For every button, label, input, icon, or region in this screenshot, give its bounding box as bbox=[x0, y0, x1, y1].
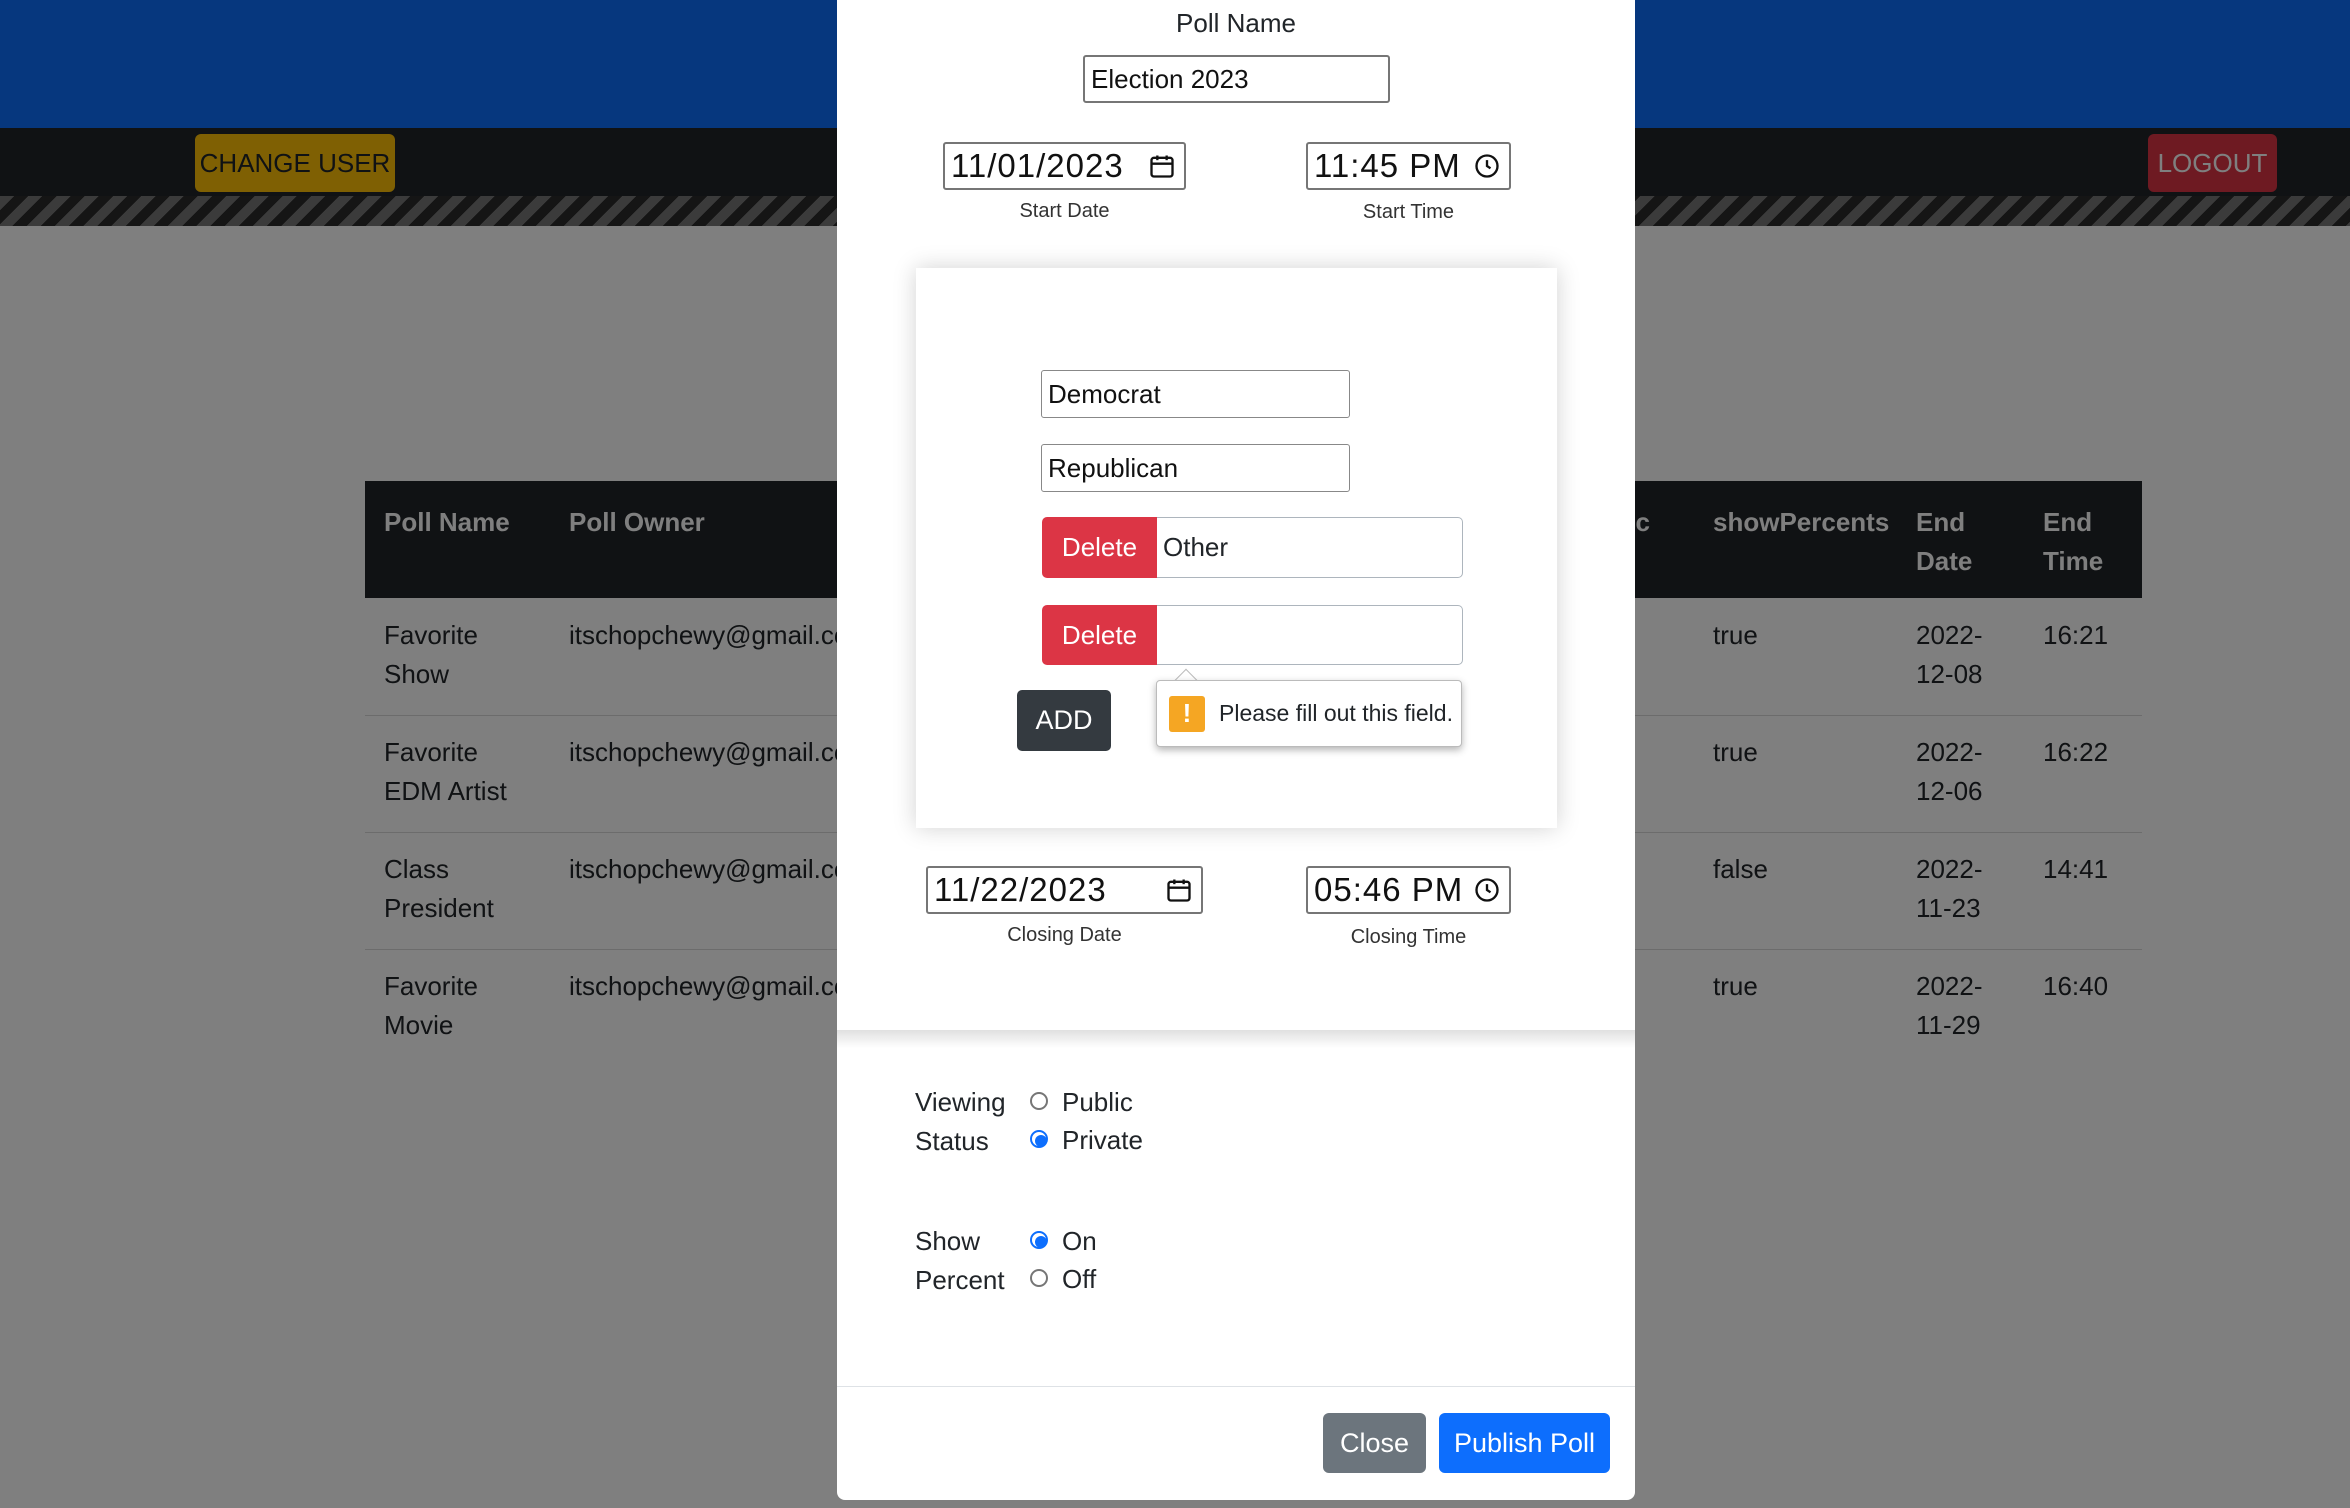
section-divider bbox=[837, 1030, 1635, 1048]
option-input-3[interactable]: Other bbox=[1157, 517, 1463, 578]
validation-tooltip: ! Please fill out this field. bbox=[1156, 680, 1462, 747]
publish-poll-button[interactable]: Publish Poll bbox=[1439, 1413, 1610, 1473]
viewing-status-label-line2: Status bbox=[915, 1126, 989, 1156]
option-input-1[interactable]: Democrat bbox=[1041, 370, 1350, 418]
poll-name-input[interactable]: Election 2023 bbox=[1083, 55, 1390, 103]
clock-icon[interactable] bbox=[1473, 876, 1501, 904]
show-percent-label: Show Percent bbox=[915, 1222, 1005, 1300]
start-time-value: 11:45 PM bbox=[1314, 147, 1461, 184]
closing-date-value: 11/22/2023 bbox=[934, 871, 1107, 908]
validation-message: Please fill out this field. bbox=[1219, 700, 1453, 726]
closing-time-input[interactable]: 05:46 PM bbox=[1306, 866, 1511, 914]
delete-option-button[interactable]: Delete bbox=[1042, 517, 1157, 578]
radio-off-label[interactable]: Off bbox=[1062, 1260, 1096, 1299]
calendar-icon[interactable] bbox=[1148, 152, 1176, 180]
modal-footer-divider bbox=[837, 1386, 1635, 1387]
calendar-icon[interactable] bbox=[1165, 876, 1193, 904]
radio-private-label[interactable]: Private bbox=[1062, 1121, 1143, 1160]
radio-on[interactable] bbox=[1030, 1231, 1048, 1249]
viewing-status-label-line1: Viewing bbox=[915, 1087, 1006, 1117]
start-time-input[interactable]: 11:45 PM bbox=[1306, 142, 1511, 190]
radio-public-label[interactable]: Public bbox=[1062, 1083, 1133, 1122]
start-date-value: 11/01/2023 bbox=[951, 147, 1124, 184]
closing-time-value: 05:46 PM bbox=[1314, 871, 1464, 908]
radio-on-label[interactable]: On bbox=[1062, 1222, 1097, 1261]
radio-off[interactable] bbox=[1030, 1269, 1048, 1287]
delete-option-button[interactable]: Delete bbox=[1042, 605, 1157, 665]
closing-date-input[interactable]: 11/22/2023 bbox=[926, 866, 1203, 914]
warning-icon: ! bbox=[1169, 695, 1205, 732]
start-date-label: Start Date bbox=[1019, 200, 1110, 222]
start-date-input[interactable]: 11/01/2023 bbox=[943, 142, 1186, 190]
option-input-4[interactable] bbox=[1157, 605, 1463, 665]
radio-public[interactable] bbox=[1030, 1092, 1048, 1110]
closing-time-label: Closing Time bbox=[1350, 926, 1467, 948]
add-option-button[interactable]: ADD bbox=[1017, 690, 1111, 751]
close-button[interactable]: Close bbox=[1323, 1413, 1426, 1473]
show-percent-label-line2: Percent bbox=[915, 1265, 1005, 1295]
option-input-2[interactable]: Republican bbox=[1041, 444, 1350, 492]
clock-icon[interactable] bbox=[1473, 152, 1501, 180]
closing-date-label: Closing Date bbox=[1007, 924, 1122, 946]
show-percent-label-line1: Show bbox=[915, 1226, 981, 1256]
radio-private[interactable] bbox=[1030, 1130, 1048, 1148]
start-time-label: Start Time bbox=[1362, 201, 1455, 223]
poll-name-label: Poll Name bbox=[1176, 8, 1296, 38]
viewing-status-label: Viewing Status bbox=[915, 1083, 1006, 1161]
